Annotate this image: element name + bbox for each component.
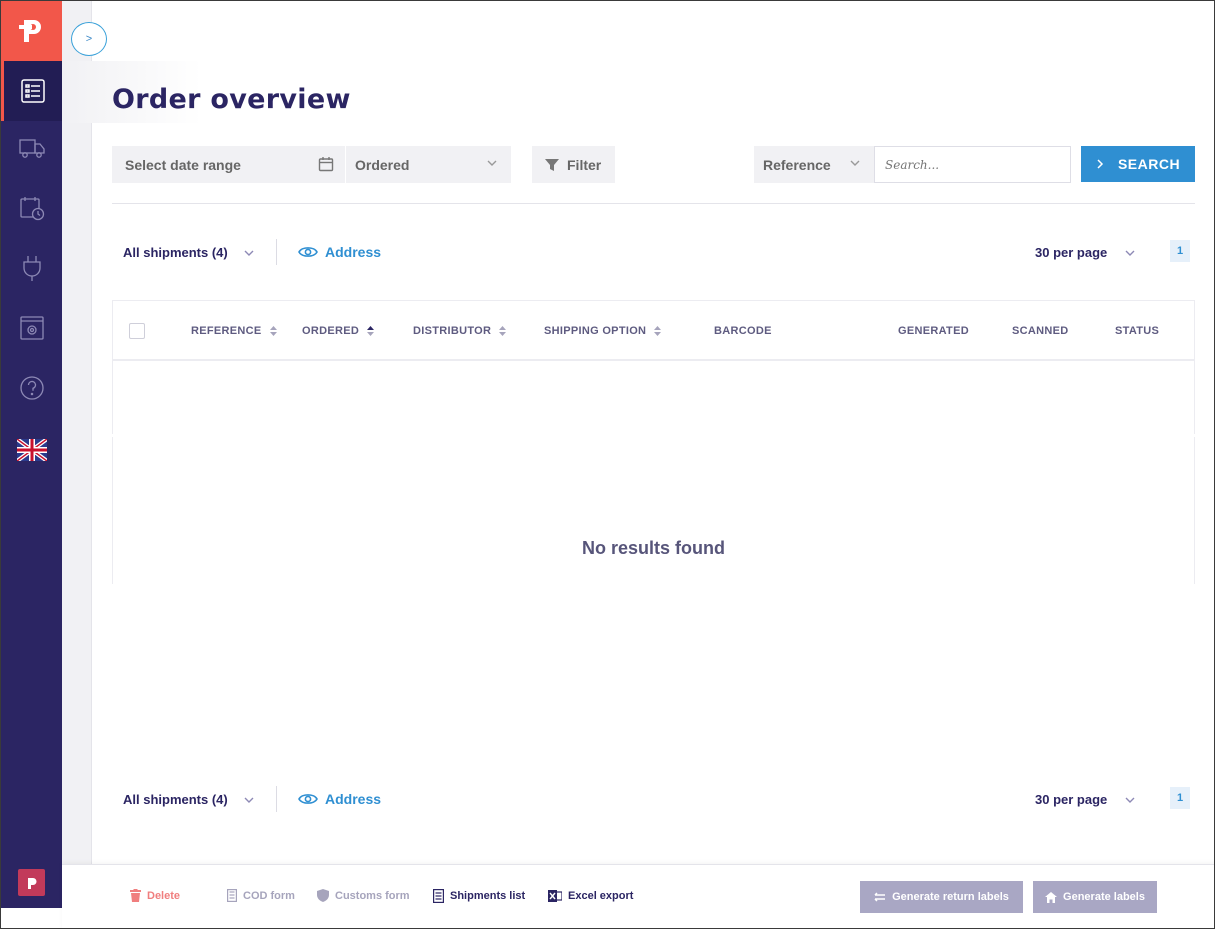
- chevron-down-icon: [244, 797, 254, 803]
- search-field-select[interactable]: Reference: [754, 146, 874, 183]
- help-icon: [19, 376, 44, 400]
- chevron-down-icon: [487, 160, 497, 166]
- shield-icon: [317, 889, 329, 902]
- separator: [276, 786, 277, 812]
- sort-icon: [654, 326, 662, 336]
- page-number-button[interactable]: 1: [1170, 787, 1190, 809]
- eye-icon: [298, 794, 318, 804]
- column-header-generated: GENERATED: [898, 325, 969, 337]
- shipment-scope-select[interactable]: All shipments (4): [123, 792, 228, 807]
- sidebar-item-pickups[interactable]: [1, 178, 62, 238]
- account-logo-icon[interactable]: [18, 869, 45, 896]
- app-frame: > Order overview Select date range Order…: [0, 0, 1215, 929]
- uk-flag-icon: [16, 439, 47, 461]
- address-label: Address: [325, 791, 382, 807]
- shipment-scope-select[interactable]: All shipments (4): [123, 245, 228, 260]
- sort-icon: [499, 326, 507, 336]
- chevron-down-icon: [1125, 797, 1135, 803]
- search-button[interactable]: SEARCH: [1081, 146, 1195, 182]
- cod-form-button[interactable]: COD form: [227, 889, 295, 902]
- generate-return-labels-button[interactable]: Generate return labels: [860, 881, 1023, 913]
- address-toggle[interactable]: Address: [298, 244, 381, 260]
- sidebar-item-integrations[interactable]: [1, 238, 62, 298]
- truck-icon: [18, 139, 45, 158]
- delete-button[interactable]: Delete: [130, 889, 180, 902]
- excel-icon: [548, 890, 562, 902]
- calendar-icon: [318, 157, 334, 172]
- chevron-right-icon: [1097, 159, 1103, 169]
- order-list-icon: [21, 79, 45, 103]
- expand-sidebar-button[interactable]: >: [71, 22, 107, 56]
- excel-export-button[interactable]: Excel export: [548, 889, 633, 903]
- per-page-select[interactable]: 30 per page: [1035, 245, 1107, 260]
- search-field-value: Reference: [763, 156, 831, 173]
- return-arrow-icon: [874, 892, 886, 902]
- shipments-list-button[interactable]: Shipments list: [433, 889, 525, 903]
- filter-label: Filter: [567, 156, 602, 173]
- sidebar-gutter: [62, 1, 92, 864]
- filter-button[interactable]: Filter: [532, 146, 615, 183]
- column-header-scanned: SCANNED: [1012, 325, 1069, 337]
- date-range-label: Select date range: [125, 156, 241, 173]
- sidebar-item-settings[interactable]: [1, 298, 62, 358]
- column-header-distributor[interactable]: DISTRIBUTOR: [413, 325, 507, 337]
- generate-labels-button[interactable]: Generate labels: [1033, 881, 1157, 913]
- chevron-down-icon: [244, 250, 254, 256]
- calendar-clock-icon: [19, 197, 44, 221]
- column-header-reference[interactable]: REFERENCE: [191, 325, 277, 337]
- search-input[interactable]: [874, 146, 1071, 183]
- row-gap: [112, 434, 1195, 437]
- sort-ascending-icon: [367, 326, 375, 336]
- address-toggle[interactable]: Address: [298, 791, 381, 807]
- plug-icon: [22, 256, 41, 281]
- per-page-select[interactable]: 30 per page: [1035, 792, 1107, 807]
- date-type-value: Ordered: [355, 156, 410, 173]
- customs-form-button[interactable]: Customs form: [317, 889, 410, 902]
- list-toolbar-bottom: All shipments (4) Address 30 per page 1: [112, 786, 1195, 816]
- table-header: REFERENCE ORDERED DISTRIBUTOR SHIPPING O…: [113, 301, 1194, 361]
- sort-icon: [269, 326, 277, 336]
- chevron-down-icon: [850, 160, 860, 166]
- divider: [112, 203, 1195, 204]
- sidebar-item-shipping[interactable]: [1, 118, 62, 178]
- sidebar-item-orders[interactable]: [1, 61, 62, 121]
- calculator-icon: [227, 889, 237, 902]
- trash-icon: [130, 889, 141, 902]
- date-type-select[interactable]: Ordered: [346, 146, 511, 183]
- page-title: Order overview: [112, 84, 351, 115]
- settings-window-icon: [19, 316, 44, 340]
- address-label: Address: [325, 244, 382, 260]
- sidebar-item-help[interactable]: [1, 358, 62, 418]
- eye-icon: [298, 247, 318, 257]
- empty-state-message: No results found: [582, 538, 725, 558]
- funnel-icon: [545, 158, 559, 171]
- document-list-icon: [433, 889, 444, 903]
- column-header-status: STATUS: [1115, 325, 1160, 337]
- chevron-down-icon: [1125, 250, 1135, 256]
- column-header-barcode: BARCODE: [714, 325, 772, 337]
- search-button-label: SEARCH: [1117, 156, 1181, 172]
- separator: [276, 239, 277, 265]
- column-header-ordered[interactable]: ORDERED: [302, 325, 375, 337]
- orders-table: REFERENCE ORDERED DISTRIBUTOR SHIPPING O…: [112, 300, 1195, 584]
- home-icon: [1045, 891, 1058, 903]
- sidebar: [1, 1, 62, 908]
- select-all-checkbox[interactable]: [129, 323, 145, 339]
- parcelpro-logo-icon[interactable]: [1, 1, 62, 61]
- sidebar-item-language[interactable]: [1, 420, 62, 480]
- list-toolbar-top: All shipments (4) Address 30 per page 1: [112, 239, 1195, 269]
- column-header-shipping-option[interactable]: SHIPPING OPTION: [544, 325, 662, 337]
- date-range-picker[interactable]: Select date range: [112, 146, 345, 183]
- page-number-button[interactable]: 1: [1170, 240, 1190, 262]
- action-footer: Delete COD form Customs form Shipments l…: [62, 864, 1214, 928]
